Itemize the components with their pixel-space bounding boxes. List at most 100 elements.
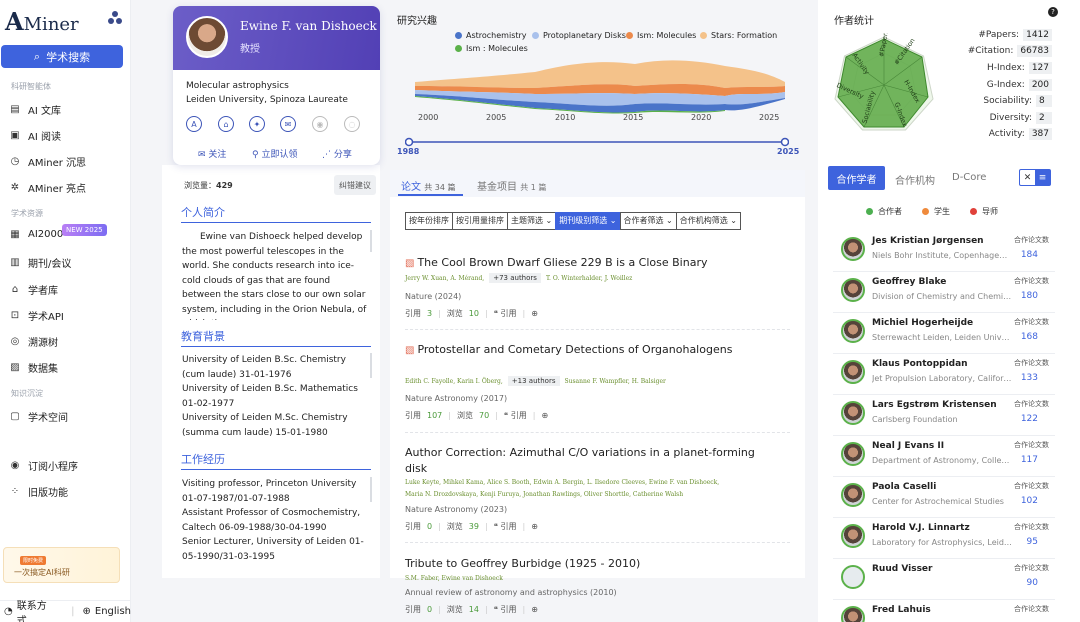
legend-ism-molecules[interactable]: Ism: Molecules [626,31,696,40]
legend-astrochemistry[interactable]: Astrochemistry [455,31,527,40]
sidebar-item-legacy[interactable]: ⁘ 旧版功能 [10,484,68,499]
paper-authors[interactable]: Luke Keyte, Mihkel Kama, Alice S. Booth,… [405,479,719,486]
link-icon[interactable]: ⊕ [531,522,538,531]
sidebar-item-scholars[interactable]: ⌂ 学者库 [10,282,58,297]
coauthor-row[interactable]: Paola Caselli Center for Astrochemical St… [833,477,1055,518]
location-icon[interactable]: ◉ [312,116,328,132]
coauthor-row[interactable]: Ruud Visser 合作论文数 90 [833,559,1055,600]
sort-by-year[interactable]: 按年份排序 [405,212,453,230]
relation-legend: 合作者 学生 导师 [866,206,998,217]
quote-button[interactable]: ❝ 引用 [494,308,517,319]
author-field: Molecular astrophysics [186,81,289,91]
tab-papers[interactable]: 论文 共 34 篇 [401,178,455,193]
tab-projects[interactable]: 基金项目 共 1 篇 [477,178,546,193]
aminer-profile-icon[interactable]: A [186,116,202,132]
coauthor-row[interactable]: Klaus Pontoppidan Jet Propulsion Laborato… [833,354,1055,395]
institution-filter[interactable]: 合作机构筛选 ⌄ [675,212,741,230]
sidebar-item-trace-tree[interactable]: ◎ 溯源树 [10,334,58,349]
sidebar-item-journals[interactable]: ▥ 期刊/会议 [10,255,71,270]
tab-d-core[interactable]: D-Core [952,172,986,183]
link-icon[interactable]: ⊕ [541,411,548,420]
link-icon[interactable]: ⊕ [531,605,538,614]
app-grid-icon[interactable] [107,10,123,26]
scholar-search-button[interactable]: ⌕ 学术搜索 [1,45,123,68]
error-report-button[interactable]: 纠错建议 [334,175,376,195]
coauthor-row[interactable]: Harold V.J. Linnartz Laboratory for Astro… [833,518,1055,559]
list-view-icon[interactable]: ≡ [1035,170,1050,185]
section-label-knowledge: 知识沉淀 [11,389,43,398]
sidebar-item-ai-reading[interactable]: ▣ AI 阅读 [10,128,61,143]
search-icon: ⌕ [33,49,41,63]
quote-button[interactable]: ❝ 引用 [494,521,517,532]
coauthor-row[interactable]: Fred Lahuis 合作论文数 [833,600,1055,622]
sidebar-item-aminer-think[interactable]: ◷ AMiner 沉思 [10,154,86,169]
sidebar-item-ai2000[interactable]: ▦ AI2000 [10,229,63,240]
topic-filter[interactable]: 主题筛选 ⌄ [507,212,557,230]
legend-protoplanetary-disks[interactable]: Protoplanetary Disks [532,31,626,40]
papers-panel [390,170,805,578]
contact-link[interactable]: 联系方式 [17,597,54,622]
sidebar-item-academic-space[interactable]: ▢ 学术空间 [10,409,68,424]
range-end-label: 2025 [777,147,800,156]
paper-authors[interactable]: Edith C. Fayolle, Karin I. Öberg, +13 aut… [405,376,666,386]
coauthor-row[interactable]: Jes Kristian Jørgensen Niels Bohr Institu… [833,231,1055,272]
legend-stars-formation[interactable]: Stars: Formation [700,31,777,40]
paper-authors[interactable]: Jerry W. Xuan, A. Mérand, +73 authors T. O… [405,273,632,283]
paper-title[interactable]: ▧ Protostellar and Cometary Detections of… [405,342,755,359]
work-scrollbar[interactable] [370,477,372,502]
tab-coauthors[interactable]: 合作学者 [828,166,885,190]
legacy-icon: ⁘ [10,485,20,497]
help-icon[interactable]: ? [1048,7,1058,17]
year-tick: 2015 [623,113,644,122]
paper-title[interactable]: Author Correction: Azimuthal C/O variati… [405,445,755,476]
sidebar-item-aminer-highlight[interactable]: ✲ AMiner 亮点 [10,180,86,195]
author-affiliation: Leiden University, Spinoza Laureate [186,95,348,105]
coauthor-row[interactable]: Michiel Hogerheijde Sterrewacht Leiden, L… [833,313,1055,354]
paper-authors-line2[interactable]: Maria N. Drozdovskaya, Kenji Furuya, Jon… [405,491,683,498]
education-icon[interactable]: ✦ [249,116,265,132]
weibo-icon[interactable]: ◌ [344,116,360,132]
paper-divider [405,432,790,433]
author-name: Ewine F. van Dishoeck [240,19,377,33]
paper-authors[interactable]: S.M. Faber, Ewine van Dishoeck [405,575,503,582]
sidebar-item-subscribe[interactable]: ◉ 订阅小程序 [10,458,78,473]
homepage-icon[interactable]: ⌂ [218,116,234,132]
paper-venue: Nature Astronomy (2023) [405,505,508,514]
promo-text: 一次搞定AI科研 [14,568,70,577]
tree-icon: ◎ [10,335,20,347]
promo-tag: 限时免费 [20,556,47,565]
coauthor-avatar [841,442,865,466]
sidebar-item-datasets[interactable]: ▨ 数据集 [10,360,58,375]
coauthor-filter[interactable]: 合作者筛选 ⌄ [619,212,677,230]
follow-button[interactable]: ✉ 关注 [198,147,226,160]
sort-by-citations[interactable]: 按引用量排序 [452,212,508,230]
author-title: 教授 [240,44,260,55]
claim-button[interactable]: ⚲ 立即认领 [252,147,297,160]
coauthor-row[interactable]: Neal J Evans II Department of Astronomy, … [833,436,1055,477]
coauthor-row[interactable]: Geoffrey Blake Division of Chemistry and … [833,272,1055,313]
quote-button[interactable]: ❝ 引用 [494,604,517,615]
language-switch[interactable]: English [95,606,131,617]
sidebar-item-ai-library[interactable]: ▤ AI 文库 [10,102,61,117]
contact-icon: ◔ [4,606,13,617]
sidebar-item-api[interactable]: ⊡ 学术API [10,308,64,323]
coauthor-row[interactable]: Lars Egstrøm Kristensen Carlsberg Foundat… [833,395,1055,436]
paper-title[interactable]: Tribute to Geoffrey Burbidge (1925 - 201… [405,556,755,572]
quote-button[interactable]: ❝ 引用 [504,410,527,421]
section-label-resources: 学术资源 [11,209,43,218]
pdf-icon: ▧ [405,258,415,269]
pdf-icon: ▧ [405,345,415,356]
share-button[interactable]: ⋰ 分享 [322,147,352,160]
education-scrollbar[interactable] [370,353,372,378]
link-icon[interactable]: ⊕ [531,309,538,318]
tab-institutions[interactable]: 合作机构 [895,172,935,187]
bio-scrollbar[interactable] [370,230,372,252]
aminer-logo[interactable]: AMiner [5,7,79,36]
paper-filters: 按年份排序 按引用量排序 主题筛选 ⌄ 期刊级别筛选 ⌄ 合作者筛选 ⌄ 合作机… [405,212,741,230]
paper-title[interactable]: ▧ The Cool Brown Dwarf Gliese 229 B is a … [405,255,755,272]
graph-view-icon[interactable]: ✕ [1020,170,1035,185]
coauthor-avatar [841,278,865,302]
year-range-slider[interactable] [405,136,789,148]
journal-level-filter[interactable]: 期刊级别筛选 ⌄ [555,212,621,230]
email-icon[interactable]: ✉ [280,116,296,132]
